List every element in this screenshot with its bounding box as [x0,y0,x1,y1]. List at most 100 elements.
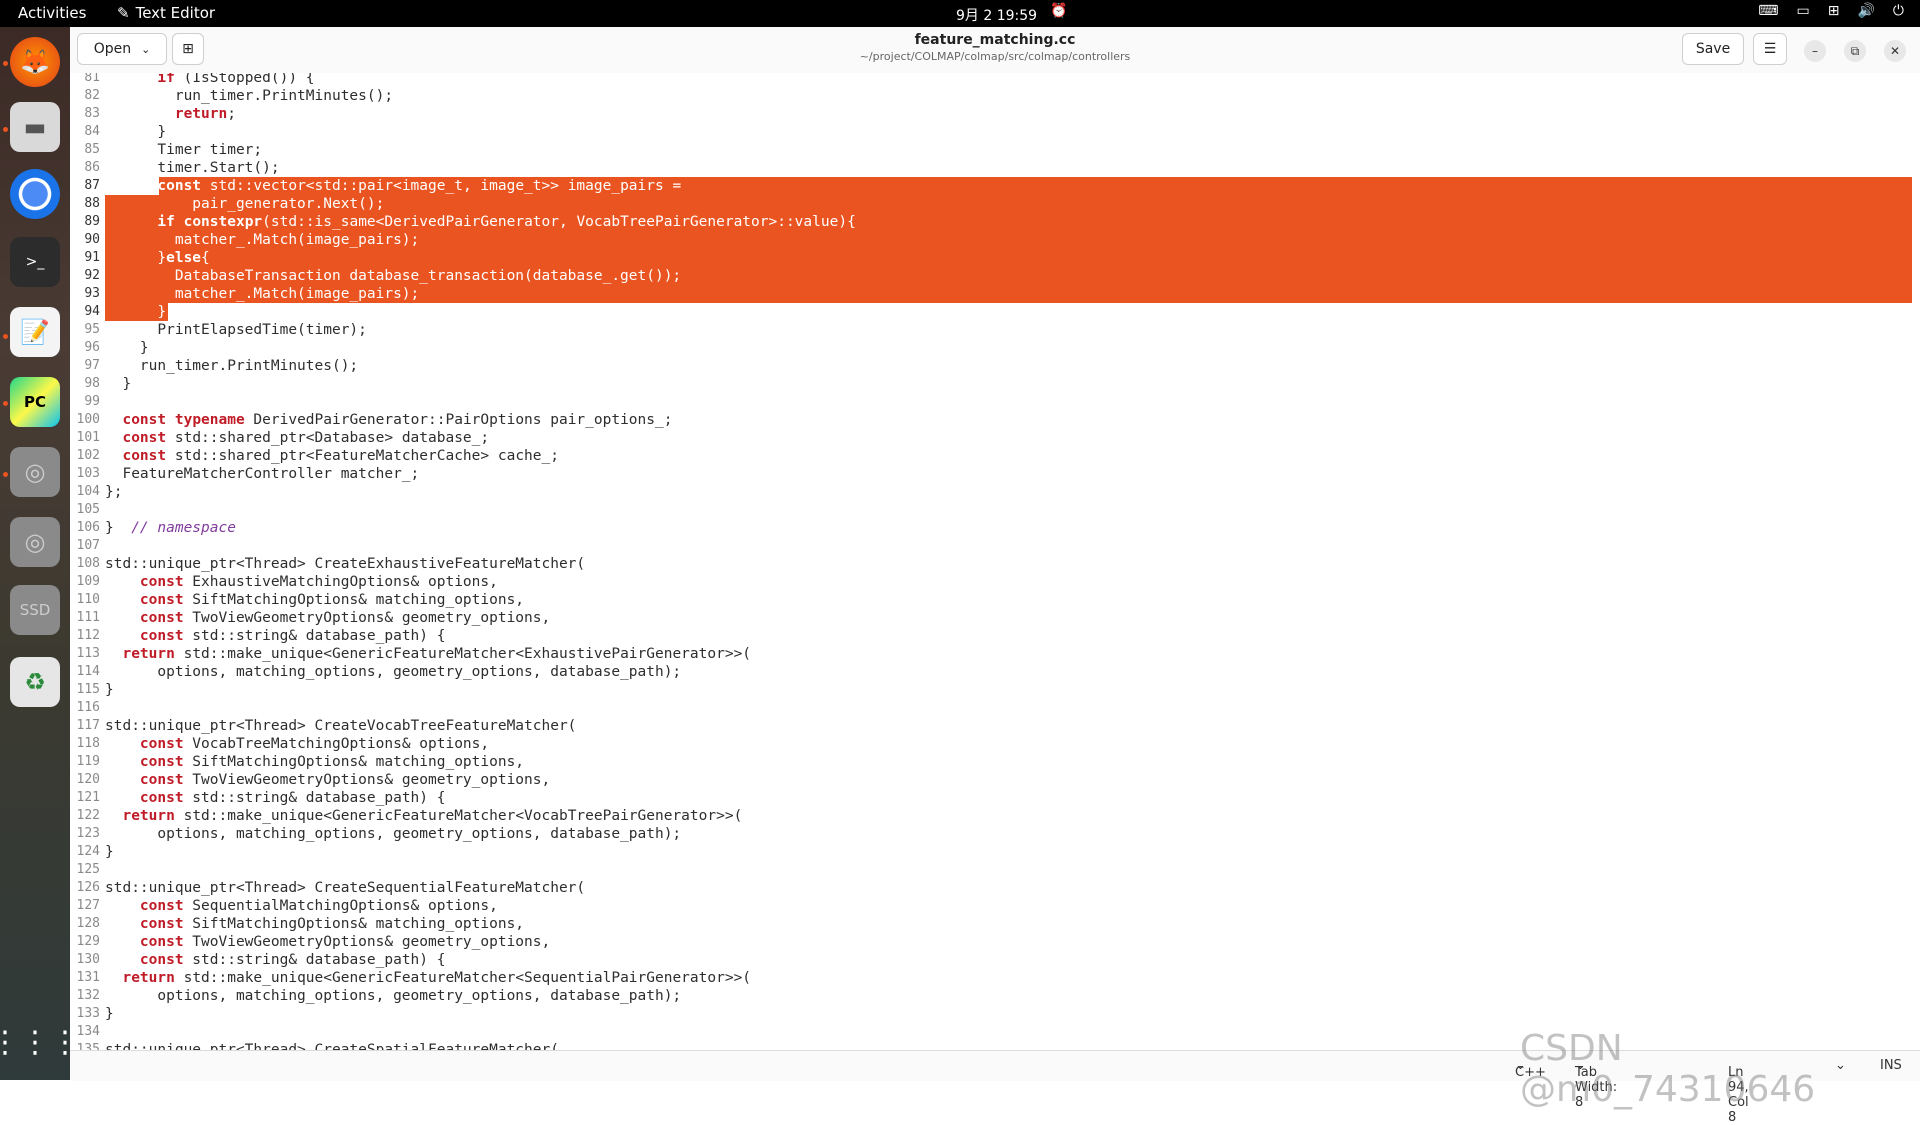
running-indicator [3,61,8,66]
code-line[interactable]: 95 PrintElapsedTime(timer); [70,321,1920,339]
files-icon[interactable]: ▬ [10,102,60,152]
line-number: 88 [84,196,100,211]
main-menu-button[interactable]: ☰ [1753,33,1787,65]
line-number: 93 [84,286,100,301]
code-line[interactable]: 131 return std::make_unique<GenericFeatu… [70,969,1920,987]
code-line[interactable]: 83 return; [70,105,1920,123]
system-tray[interactable]: ⌨ ▭ ⊞ 🔊 ⏻ [1758,3,1904,19]
code-line[interactable]: 99 [70,393,1920,411]
code-line[interactable]: 112 const std::string& database_path) { [70,627,1920,645]
code-line[interactable]: 111 const TwoViewGeometryOptions& geomet… [70,609,1920,627]
activities-button[interactable]: Activities [18,4,86,22]
line-number: 92 [84,268,100,283]
code-line[interactable]: 100 const typename DerivedPairGenerator:… [70,411,1920,429]
code-line[interactable]: 89 if constexpr(std::is_same<DerivedPair… [70,213,1920,231]
app-grid-icon[interactable]: ⋮⋮⋮ [0,1017,80,1067]
code-line[interactable]: 119 const SiftMatchingOptions& matching_… [70,753,1920,771]
code-line[interactable]: 133} [70,1005,1920,1023]
disk-icon[interactable]: ◎ [10,517,60,567]
code-line[interactable]: 109 const ExhaustiveMatchingOptions& opt… [70,573,1920,591]
input-method-icon[interactable]: ⌨ [1758,3,1778,19]
code-line[interactable]: 130 const std::string& database_path) { [70,951,1920,969]
code-line[interactable]: 116 [70,699,1920,717]
code-line[interactable]: 120 const TwoViewGeometryOptions& geomet… [70,771,1920,789]
header-bar: Open ⌄ ⊞ feature_matching.cc ~/project/C… [70,27,1920,74]
code-line[interactable]: 86 timer.Start(); [70,159,1920,177]
code-line[interactable]: 93 matcher_.Match(image_pairs); [70,285,1920,303]
clock[interactable]: 9月 2 19:59 [956,5,1037,25]
code-line[interactable]: 117 std::unique_ptr<Thread> CreateVocabTr… [70,717,1920,735]
code-line[interactable]: 110 const SiftMatchingOptions& matching_… [70,591,1920,609]
line-number: 82 [84,88,100,103]
save-button[interactable]: Save [1682,33,1744,65]
power-icon[interactable]: ⏻ [1893,3,1904,19]
terminal-icon[interactable]: >_ [10,237,60,287]
line-number: 119 [76,754,100,769]
line-number: 115 [76,682,100,697]
disk-icon[interactable]: ◎ [10,447,60,497]
code-line[interactable]: 103 FeatureMatcherController matcher_; [70,465,1920,483]
code-line[interactable]: 132 options, matching_options, geometry_… [70,987,1920,1005]
running-indicator [3,127,8,132]
code-line[interactable]: 118 const VocabTreeMatchingOptions& opti… [70,735,1920,753]
code-line[interactable]: 98 } [70,375,1920,393]
line-text: run_timer.PrintMinutes(); [105,88,394,104]
text-editor-icon[interactable]: 📝 [10,307,60,357]
code-editor[interactable]: 81 if (IsStopped()) {82 run_timer.PrintM… [70,73,1920,1050]
app-menu[interactable]: ✎ Text Editor [117,4,215,22]
line-number: 100 [76,412,100,427]
line-number: 103 [76,466,100,481]
code-line[interactable]: 127 const SequentialMatchingOptions& opt… [70,897,1920,915]
code-line[interactable]: 125 [70,861,1920,879]
code-line[interactable]: 126 std::unique_ptr<Thread> CreateSequent… [70,879,1920,897]
code-line[interactable]: 129 const TwoViewGeometryOptions& geomet… [70,933,1920,951]
code-line[interactable]: 107 [70,537,1920,555]
code-line[interactable]: 91 }else{ [70,249,1920,267]
code-line[interactable]: 113 return std::make_unique<GenericFeatu… [70,645,1920,663]
code-line[interactable]: 88 pair_generator.Next(); [70,195,1920,213]
network-icon[interactable]: ⊞ [1828,3,1840,19]
code-line[interactable]: 96 } [70,339,1920,357]
minimize-button[interactable]: – [1804,40,1826,62]
line-number: 83 [84,106,100,121]
code-line[interactable]: 87 const std::vector<std::pair<image_t, … [70,177,1920,195]
text-editor-icon: ✎ [117,4,130,22]
line-number: 110 [76,592,100,607]
line-number: 108 [76,556,100,571]
code-line[interactable]: 128 const SiftMatchingOptions& matching_… [70,915,1920,933]
code-line[interactable]: 84 } [70,123,1920,141]
code-line[interactable]: 82 run_timer.PrintMinutes(); [70,87,1920,105]
code-line[interactable]: 101 const std::shared_ptr<Database> data… [70,429,1920,447]
code-line[interactable]: 81 if (IsStopped()) { [70,73,1920,87]
maximize-button[interactable]: ⧉ [1844,40,1866,62]
line-text: } [105,376,132,392]
line-text: const SiftMatchingOptions& matching_opti… [139,754,525,770]
code-line[interactable]: 106} // namespace [70,519,1920,537]
code-line[interactable]: 122 return std::make_unique<GenericFeatu… [70,807,1920,825]
chromium-icon[interactable] [10,169,60,219]
code-line[interactable]: 108 std::unique_ptr<Thread> CreateExhaust… [70,555,1920,573]
code-line[interactable]: 115} [70,681,1920,699]
code-line[interactable]: 97 run_timer.PrintMinutes(); [70,357,1920,375]
code-line[interactable]: 92 DatabaseTransaction database_transact… [70,267,1920,285]
code-line[interactable]: 90 matcher_.Match(image_pairs); [70,231,1920,249]
line-number: 102 [76,448,100,463]
display-icon[interactable]: ▭ [1797,3,1810,19]
code-line[interactable]: 114 options, matching_options, geometry_… [70,663,1920,681]
line-number: 98 [84,376,100,391]
code-line[interactable]: 94 } [70,303,1920,321]
close-button[interactable]: ✕ [1884,40,1906,62]
code-line[interactable]: 124} [70,843,1920,861]
volume-icon[interactable]: 🔊 [1857,3,1874,19]
code-line[interactable]: 121 const std::string& database_path) { [70,789,1920,807]
code-line[interactable]: 105 [70,501,1920,519]
trash-icon[interactable]: ♻ [10,657,60,707]
pycharm-icon[interactable]: PC [10,377,60,427]
code-line[interactable]: 104}; [70,483,1920,501]
code-line[interactable]: 85 Timer timer; [70,141,1920,159]
code-line[interactable]: 102 const std::shared_ptr<FeatureMatcher… [70,447,1920,465]
firefox-icon[interactable]: 🦊 [10,37,60,87]
code-line[interactable]: 123 options, matching_options, geometry_… [70,825,1920,843]
line-number: 125 [76,862,100,877]
ssd-icon[interactable]: SSD [10,585,60,635]
